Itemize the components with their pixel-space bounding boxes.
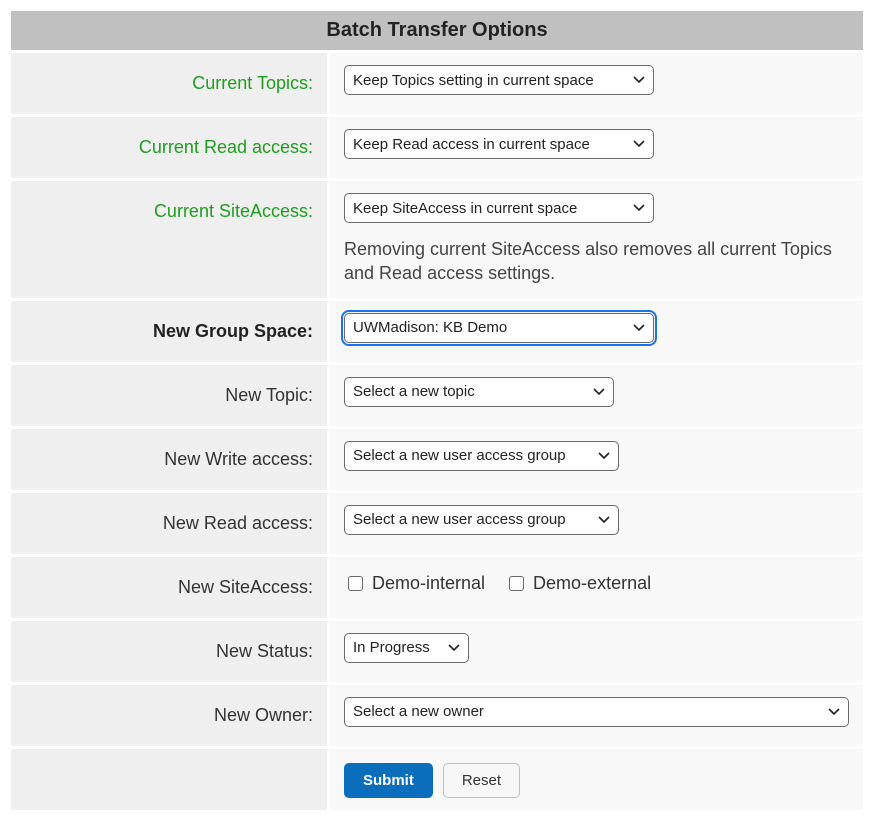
- label-new-read-access: New Read access:: [11, 493, 327, 554]
- label-new-owner: New Owner:: [11, 685, 327, 746]
- button-row: Submit Reset: [344, 761, 849, 798]
- checkbox-demo-external[interactable]: [509, 576, 524, 591]
- label-new-topic: New Topic:: [11, 365, 327, 426]
- row-new-site-access: New SiteAccess: Demo-internal Demo-exter…: [11, 557, 863, 618]
- cell-current-read-access: Keep Read access in current space: [330, 117, 863, 178]
- form-header: Batch Transfer Options: [11, 11, 863, 50]
- checkbox-row-site-access: Demo-internal Demo-external: [344, 569, 849, 594]
- row-buttons: Submit Reset: [11, 749, 863, 810]
- select-new-write-access[interactable]: Select a new user access group: [344, 441, 619, 471]
- select-new-group-space[interactable]: UWMadison: KB Demo: [344, 313, 654, 343]
- checkbox-label-demo-internal: Demo-internal: [372, 573, 485, 594]
- cell-buttons: Submit Reset: [330, 749, 863, 810]
- label-current-read-access: Current Read access:: [11, 117, 327, 178]
- label-new-status: New Status:: [11, 621, 327, 682]
- label-new-group-space: New Group Space:: [11, 301, 327, 362]
- row-current-topics: Current Topics: Keep Topics setting in c…: [11, 53, 863, 114]
- options-table: Batch Transfer Options Current Topics: K…: [8, 8, 866, 813]
- checkbox-label-demo-external: Demo-external: [533, 573, 651, 594]
- cell-current-topics: Keep Topics setting in current space: [330, 53, 863, 114]
- row-current-read-access: Current Read access: Keep Read access in…: [11, 117, 863, 178]
- checkbox-item-demo-external: Demo-external: [505, 573, 651, 594]
- helper-site-access: Removing current SiteAccess also removes…: [344, 237, 849, 286]
- batch-transfer-form: Batch Transfer Options Current Topics: K…: [0, 0, 874, 821]
- select-new-status[interactable]: In Progress: [344, 633, 469, 663]
- row-new-status: New Status: In Progress: [11, 621, 863, 682]
- row-new-owner: New Owner: Select a new owner: [11, 685, 863, 746]
- cell-new-read-access: Select a new user access group: [330, 493, 863, 554]
- cell-new-group-space: UWMadison: KB Demo: [330, 301, 863, 362]
- select-current-read-access[interactable]: Keep Read access in current space: [344, 129, 654, 159]
- cell-new-topic: Select a new topic: [330, 365, 863, 426]
- cell-new-site-access: Demo-internal Demo-external: [330, 557, 863, 618]
- row-new-topic: New Topic: Select a new topic: [11, 365, 863, 426]
- submit-button[interactable]: Submit: [344, 763, 433, 798]
- label-new-site-access: New SiteAccess:: [11, 557, 327, 618]
- cell-new-owner: Select a new owner: [330, 685, 863, 746]
- select-new-read-access[interactable]: Select a new user access group: [344, 505, 619, 535]
- cell-current-site-access: Keep SiteAccess in current space Removin…: [330, 181, 863, 298]
- reset-button[interactable]: Reset: [443, 763, 520, 798]
- row-new-group-space: New Group Space: UWMadison: KB Demo: [11, 301, 863, 362]
- row-new-read-access: New Read access: Select a new user acces…: [11, 493, 863, 554]
- cell-new-status: In Progress: [330, 621, 863, 682]
- label-current-site-access: Current SiteAccess:: [11, 181, 327, 298]
- cell-new-write-access: Select a new user access group: [330, 429, 863, 490]
- select-current-topics[interactable]: Keep Topics setting in current space: [344, 65, 654, 95]
- label-new-write-access: New Write access:: [11, 429, 327, 490]
- checkbox-demo-internal[interactable]: [348, 576, 363, 591]
- select-new-topic[interactable]: Select a new topic: [344, 377, 614, 407]
- select-new-owner[interactable]: Select a new owner: [344, 697, 849, 727]
- select-current-site-access[interactable]: Keep SiteAccess in current space: [344, 193, 654, 223]
- label-buttons-empty: [11, 749, 327, 810]
- checkbox-item-demo-internal: Demo-internal: [344, 573, 485, 594]
- row-new-write-access: New Write access: Select a new user acce…: [11, 429, 863, 490]
- label-current-topics: Current Topics:: [11, 53, 327, 114]
- row-current-site-access: Current SiteAccess: Keep SiteAccess in c…: [11, 181, 863, 298]
